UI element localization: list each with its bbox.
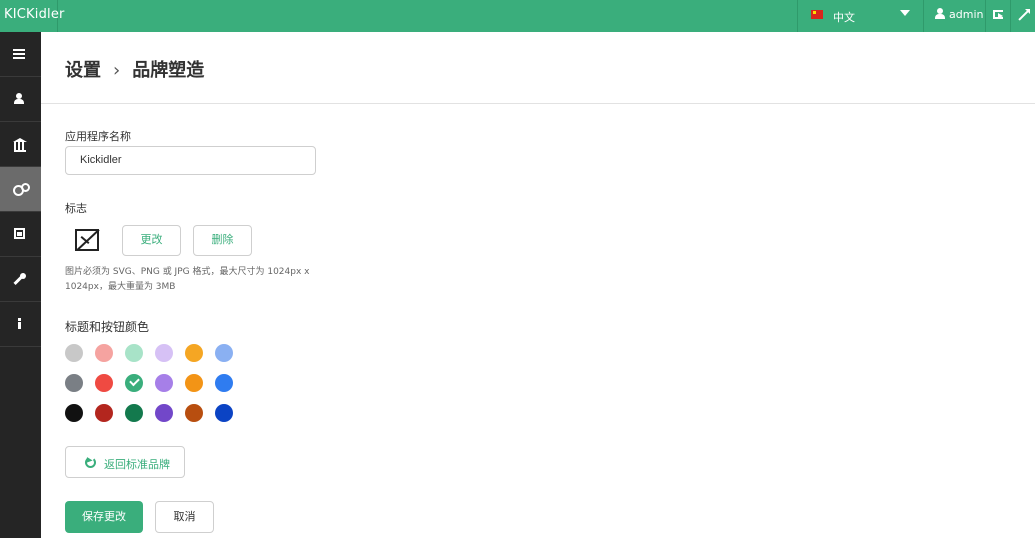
logo-label: 标志	[65, 202, 87, 215]
calendar-icon	[14, 228, 25, 239]
wrench-icon	[13, 273, 27, 285]
save-button[interactable]: 保存更改	[65, 501, 143, 533]
no-image-icon	[75, 229, 99, 251]
color-swatch-selected[interactable]	[125, 374, 143, 392]
color-swatch[interactable]	[155, 344, 173, 362]
reset-branding-label: 返回标准品牌	[104, 458, 170, 471]
breadcrumb-separator: ›	[113, 60, 121, 81]
color-swatch[interactable]	[185, 344, 203, 362]
header-divider	[41, 103, 1035, 104]
app-name-label: 应用程序名称	[65, 130, 131, 143]
color-swatch[interactable]	[215, 374, 233, 392]
color-swatch[interactable]	[65, 374, 83, 392]
list-icon	[13, 48, 27, 60]
sidebar-item-calendar[interactable]	[0, 212, 41, 257]
user-icon	[935, 8, 945, 20]
fullscreen-button[interactable]	[1010, 0, 1035, 32]
undo-icon	[85, 457, 96, 468]
color-swatch[interactable]	[155, 404, 173, 422]
logo-hint: 图片必须为 SVG、PNG 或 JPG 格式，最大尺寸为 1024px x 10…	[65, 267, 310, 292]
color-swatch[interactable]	[95, 404, 113, 422]
gears-icon	[13, 183, 30, 196]
expand-icon	[1018, 9, 1030, 21]
sidebar-item-organization[interactable]	[0, 122, 41, 167]
change-logo-button[interactable]: 更改	[122, 225, 181, 256]
sidebar-item-users[interactable]	[0, 77, 41, 122]
sidebar-item-list[interactable]	[0, 32, 41, 77]
breadcrumb-settings[interactable]: 设置	[65, 60, 101, 81]
language-selector[interactable]: 中文	[797, 0, 923, 32]
color-swatch[interactable]	[125, 344, 143, 362]
logout-button[interactable]	[985, 0, 1010, 32]
language-label: 中文	[833, 11, 855, 24]
chevron-down-icon	[900, 10, 910, 16]
sidebar-item-tools[interactable]	[0, 257, 41, 302]
delete-logo-button[interactable]: 删除	[193, 225, 252, 256]
color-swatch[interactable]	[215, 404, 233, 422]
color-swatch[interactable]	[185, 374, 203, 392]
sidebar-item-settings[interactable]	[0, 167, 41, 212]
color-swatch[interactable]	[215, 344, 233, 362]
reset-branding-button[interactable]: 返回标准品牌	[65, 446, 185, 478]
kickidler-logo[interactable]: KICKidler	[0, 0, 64, 32]
color-swatch[interactable]	[185, 404, 203, 422]
color-swatch[interactable]	[155, 374, 173, 392]
color-swatch[interactable]	[65, 404, 83, 422]
sidebar	[0, 32, 41, 538]
color-swatch[interactable]	[95, 374, 113, 392]
top-bar: KICKidler 中文 admin	[0, 0, 1035, 32]
user-menu[interactable]: admin	[923, 0, 985, 32]
cancel-button[interactable]: 取消	[155, 501, 214, 533]
color-swatch[interactable]	[125, 404, 143, 422]
info-icon	[13, 318, 27, 330]
breadcrumb: 设置 › 品牌塑造	[65, 56, 204, 82]
user-name: admin	[949, 8, 984, 21]
app-name-input[interactable]: Kickidler	[65, 146, 316, 175]
bank-icon	[13, 138, 27, 152]
sidebar-item-info[interactable]	[0, 302, 41, 347]
color-swatch[interactable]	[65, 344, 83, 362]
china-flag-icon	[811, 10, 823, 19]
color-swatch[interactable]	[95, 344, 113, 362]
logout-icon	[993, 10, 1003, 19]
page-title: 品牌塑造	[132, 60, 205, 81]
user-icon	[13, 93, 27, 105]
color-label: 标题和按钮颜色	[65, 320, 150, 334]
